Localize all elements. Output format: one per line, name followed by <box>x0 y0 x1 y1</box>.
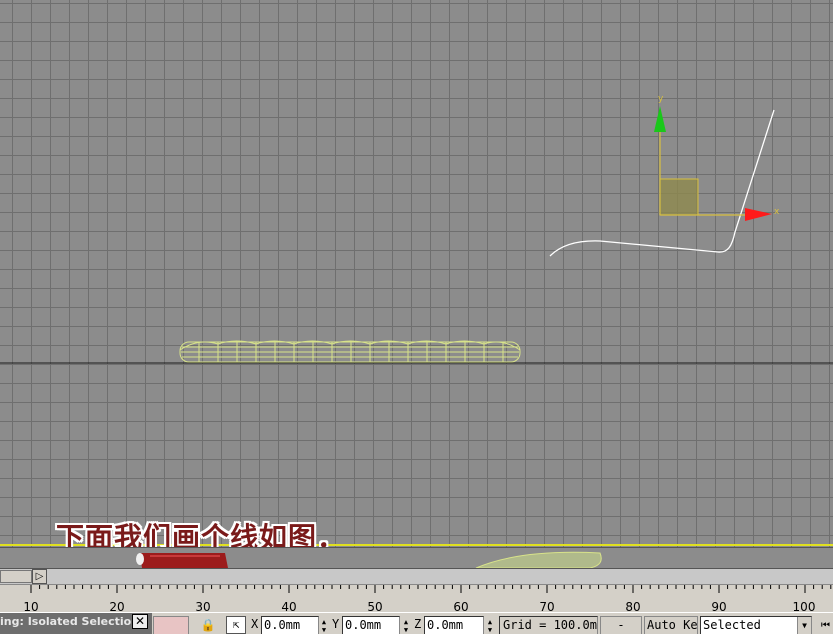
time-slider[interactable]: ▷ <box>0 568 833 584</box>
isolated-selection-label: ing: Isolated Selection <box>0 615 140 628</box>
goto-start-icon[interactable]: ⏮ <box>818 617 833 634</box>
x-coordinate-field[interactable]: 0.0mm <box>261 616 319 634</box>
caption-subtitle: 下面我们画个线如图． <box>56 521 347 547</box>
auto-key-button[interactable]: Auto Key <box>644 616 698 634</box>
z-coordinate-label: Z <box>414 617 422 631</box>
y-axis-label: y <box>658 94 664 104</box>
x-spinner-icon[interactable]: ▲ ▼ <box>320 618 328 634</box>
red-object[interactable] <box>136 553 228 568</box>
wireframe-object-lower[interactable] <box>475 551 602 568</box>
isolated-selection-panel: ing: Isolated Selection ✕ <box>0 613 152 634</box>
selection-color-swatch[interactable] <box>153 616 189 634</box>
next-frame-button[interactable]: ▷ <box>32 569 47 584</box>
z-coordinate-field[interactable]: 0.0mm <box>424 616 484 634</box>
y-coordinate-field[interactable]: 0.0mm <box>342 616 400 634</box>
y-spinner-icon[interactable]: ▲ ▼ <box>402 618 410 634</box>
y-axis-arrow <box>654 106 666 132</box>
chevron-down-icon[interactable]: ▼ <box>797 617 811 634</box>
transform-gizmo[interactable]: y x <box>654 94 780 221</box>
set-key-button[interactable]: - <box>600 616 642 634</box>
track-bar-ruler[interactable]: 10 20 30 40 50 60 70 80 90 100 <box>0 584 833 614</box>
x-coordinate-label: X <box>251 617 259 631</box>
x-axis-label: x <box>774 207 780 217</box>
x-axis-arrow <box>745 208 772 221</box>
lower-viewport-strip[interactable] <box>0 547 833 568</box>
selection-filter-dropdown[interactable]: Selected ▼ <box>700 616 812 634</box>
ruler-ticks <box>30 585 832 593</box>
wireframe-object[interactable] <box>179 340 521 363</box>
perspective-viewport[interactable]: y x 下面我们画个线如图． <box>0 0 833 547</box>
close-icon[interactable]: ✕ <box>132 614 148 629</box>
selection-filter-value: Selected <box>703 618 761 632</box>
viewport-canvas[interactable]: y x <box>0 0 833 547</box>
y-coordinate-label: Y <box>332 617 340 631</box>
lock-icon[interactable]: 🔒 <box>200 617 216 633</box>
time-slider-thumb[interactable] <box>0 570 32 583</box>
transform-type-in-icon[interactable]: ⇱ <box>226 616 246 634</box>
grid-size-readout: Grid = 100.0mm <box>499 616 598 634</box>
status-bar: ing: Isolated Selection ✕ 🔒 ⇱ X 0.0mm ▲ ▼… <box>0 612 833 634</box>
z-spinner-icon[interactable]: ▲ ▼ <box>486 618 494 634</box>
